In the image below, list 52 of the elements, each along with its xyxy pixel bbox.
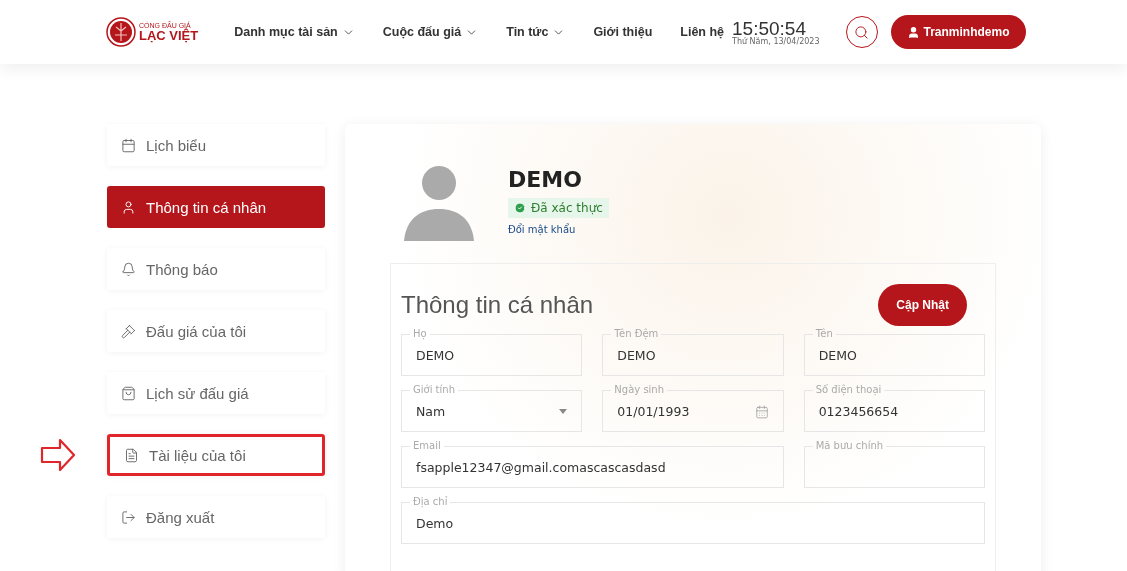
calendar-icon bbox=[754, 404, 769, 419]
sidebar-item[interactable]: Lịch biểu bbox=[107, 124, 325, 166]
nav-link[interactable]: Cuộc đấu giá bbox=[382, 25, 479, 39]
logout-icon bbox=[121, 509, 136, 525]
field-label: Họ bbox=[412, 328, 428, 340]
check-circle-icon bbox=[514, 202, 526, 214]
document-icon bbox=[124, 447, 139, 463]
bag-icon bbox=[121, 385, 136, 401]
field-label: Địa chỉ bbox=[412, 496, 449, 508]
sidebar-item[interactable]: Đăng xuất bbox=[107, 496, 325, 538]
select-field[interactable]: Giới tính Nam bbox=[401, 384, 583, 432]
field-label: Ngày sinh bbox=[613, 384, 666, 396]
input-field[interactable]: Địa chỉ Demo bbox=[401, 496, 985, 544]
sidebar-item[interactable]: Tài liệu của tôi bbox=[107, 434, 325, 476]
field-label: Số điện thoại bbox=[814, 384, 883, 396]
nav-link[interactable]: Giới thiệu bbox=[593, 25, 653, 39]
gavel-icon bbox=[121, 323, 136, 339]
user-icon bbox=[121, 199, 136, 215]
update-button[interactable]: Cập Nhật bbox=[878, 284, 967, 326]
nav-link[interactable]: Tin tức bbox=[506, 25, 566, 39]
field-label: Tên Đệm bbox=[613, 328, 660, 340]
calendar-icon bbox=[121, 137, 136, 153]
field-label: Email bbox=[412, 440, 442, 452]
logo-text: LẠC VIỆT bbox=[139, 29, 199, 42]
input-field[interactable]: Tên DEMO bbox=[803, 328, 985, 376]
sidebar-item[interactable]: Thông tin cá nhân bbox=[107, 186, 325, 228]
clock-time: 15:50:54 bbox=[732, 18, 806, 38]
date-field[interactable]: Ngày sinh 01/01/1993 bbox=[602, 384, 784, 432]
sidebar-item[interactable]: Lịch sử đấu giá bbox=[107, 372, 325, 414]
caret-icon bbox=[559, 409, 568, 414]
nav-link[interactable]: Danh mục tài sản bbox=[234, 25, 355, 39]
field-label: Mã bưu chính bbox=[814, 440, 885, 452]
user-icon bbox=[906, 25, 920, 39]
nav-link[interactable]: Liên hệ bbox=[680, 25, 725, 39]
input-field[interactable]: Số điện thoại 0123456654 bbox=[803, 384, 985, 432]
form-title: Thông tin cá nhân bbox=[401, 291, 594, 319]
search-icon bbox=[854, 24, 869, 40]
sidebar-item[interactable]: Đấu giá của tôi bbox=[107, 310, 325, 352]
field-label: Tên bbox=[814, 328, 834, 340]
field-label: Giới tính bbox=[412, 384, 456, 396]
profile-name: DEMO bbox=[508, 167, 583, 192]
bell-icon bbox=[121, 261, 136, 277]
verified-badge: Đã xác thực bbox=[508, 198, 609, 218]
sidebar-item[interactable]: Thông báo bbox=[107, 248, 325, 290]
input-field[interactable]: Họ DEMO bbox=[401, 328, 583, 376]
logo-emblem-icon bbox=[106, 17, 136, 47]
change-password-link[interactable]: Đổi mật khẩu bbox=[508, 224, 609, 235]
user-button[interactable]: Tranminhdemo bbox=[890, 15, 1026, 49]
input-field[interactable]: Tên Đệm DEMO bbox=[602, 328, 784, 376]
search-button[interactable] bbox=[845, 16, 878, 48]
input-field[interactable]: Email fsapple12347@gmail.comascascasdasd bbox=[401, 440, 784, 488]
clock-date: Thứ Năm, 13/04/2023 bbox=[732, 37, 820, 46]
